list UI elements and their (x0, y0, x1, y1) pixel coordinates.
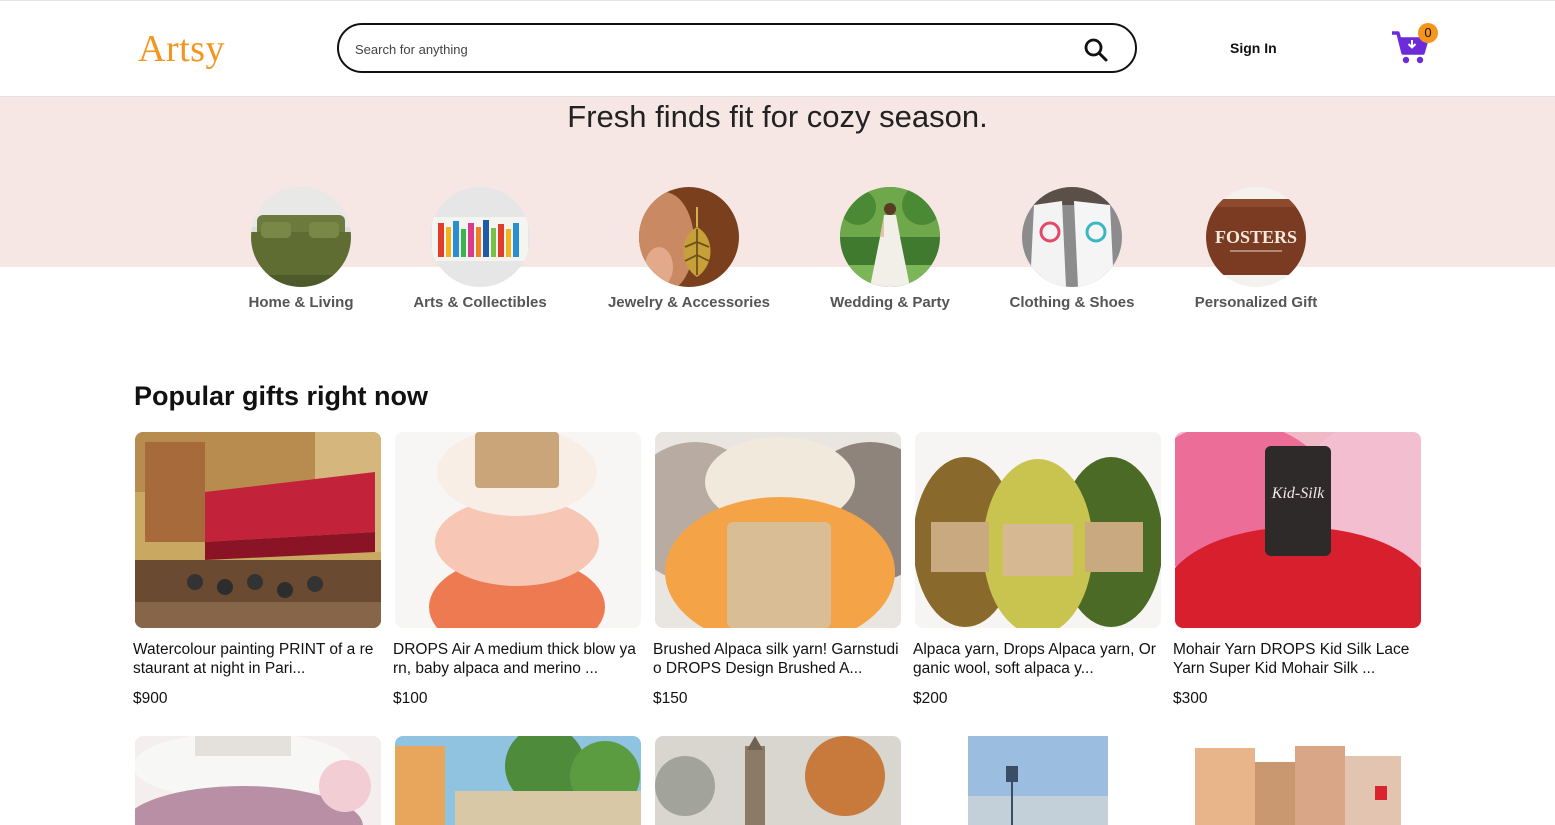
mohair-yarn-image: Kid-Silk (1175, 432, 1421, 628)
category-arts-collectibles[interactable]: Arts & Collectibles (390, 187, 570, 311)
product-title: Alpaca yarn, Drops Alpaca yarn, Organic … (913, 641, 1156, 677)
yarn-stack-image (395, 432, 641, 628)
painting-image (430, 187, 530, 287)
product-card[interactable]: Alpaca yarn, Drops Alpaca yarn, Organic … (913, 432, 1161, 708)
product-title: DROPS Air A medium thick blow yarn, baby… (393, 641, 636, 677)
sign-image: FOSTERS (1206, 187, 1306, 287)
product-title: Mohair Yarn DROPS Kid Silk Lace Yarn Sup… (1173, 641, 1410, 677)
product-card-partial[interactable] (1195, 736, 1401, 825)
product-title: Brushed Alpaca silk yarn! Garnstudio DRO… (653, 641, 899, 677)
search-input[interactable] (355, 37, 1055, 61)
alpaca-yarn-image (915, 432, 1161, 628)
section-title: Popular gifts right now (134, 381, 428, 411)
category-personalized-gift[interactable]: FOSTERS Personalized Gift (1166, 187, 1346, 311)
category-jewelry-accessories[interactable]: Jewelry & Accessories (599, 187, 779, 311)
search-icon[interactable] (1083, 37, 1109, 63)
earring-image (639, 187, 739, 287)
product-price: $900 (133, 690, 168, 707)
hero-title: Fresh finds fit for cozy season. (567, 99, 988, 134)
search-bar (337, 23, 1137, 73)
product-card[interactable]: DROPS Air A medium thick blow yarn, baby… (393, 432, 641, 708)
restaurant-painting-image (135, 432, 381, 628)
product-price: $100 (393, 690, 428, 707)
category-clothing-shoes[interactable]: Clothing & Shoes (982, 187, 1162, 311)
category-home-living[interactable]: Home & Living (211, 187, 391, 311)
svg-text:FOSTERS: FOSTERS (1215, 227, 1297, 247)
category-label: Wedding & Party (830, 294, 950, 311)
product-price: $150 (653, 690, 688, 707)
product-card[interactable]: Watercolour painting PRINT of a restaura… (133, 432, 381, 708)
sign-in-link[interactable]: Sign In (1230, 40, 1277, 56)
shirt-image (1022, 187, 1122, 287)
category-label: Home & Living (248, 294, 354, 311)
product-card[interactable]: Kid-Silk Mohair Yarn DROPS Kid Silk Lace… (1173, 432, 1421, 708)
product-card-partial[interactable] (968, 736, 1108, 825)
category-label: Jewelry & Accessories (607, 294, 771, 311)
product-card[interactable]: Brushed Alpaca silk yarn! Garnstudio DRO… (653, 432, 901, 708)
artsy-logo[interactable]: Artsy (138, 27, 225, 71)
site-header: Artsy Sign In 0 (0, 0, 1555, 97)
cart-count-badge: 0 (1418, 23, 1438, 43)
category-label: Arts & Collectibles (413, 294, 547, 311)
svg-text:Kid-Silk: Kid-Silk (1271, 485, 1325, 502)
orange-yarn-image (655, 432, 901, 628)
category-label: Clothing & Shoes (1009, 294, 1135, 311)
product-card-partial[interactable] (395, 736, 641, 825)
product-price: $300 (1173, 690, 1208, 707)
bed-image (251, 187, 351, 287)
category-label: Personalized Gift (1194, 294, 1318, 311)
product-price: $200 (913, 690, 948, 707)
category-wedding-party[interactable]: Wedding & Party (800, 187, 980, 311)
product-title: Watercolour painting PRINT of a restaura… (133, 641, 374, 677)
bride-image (840, 187, 940, 287)
product-card-partial[interactable] (655, 736, 901, 825)
product-card-partial[interactable] (135, 736, 381, 825)
